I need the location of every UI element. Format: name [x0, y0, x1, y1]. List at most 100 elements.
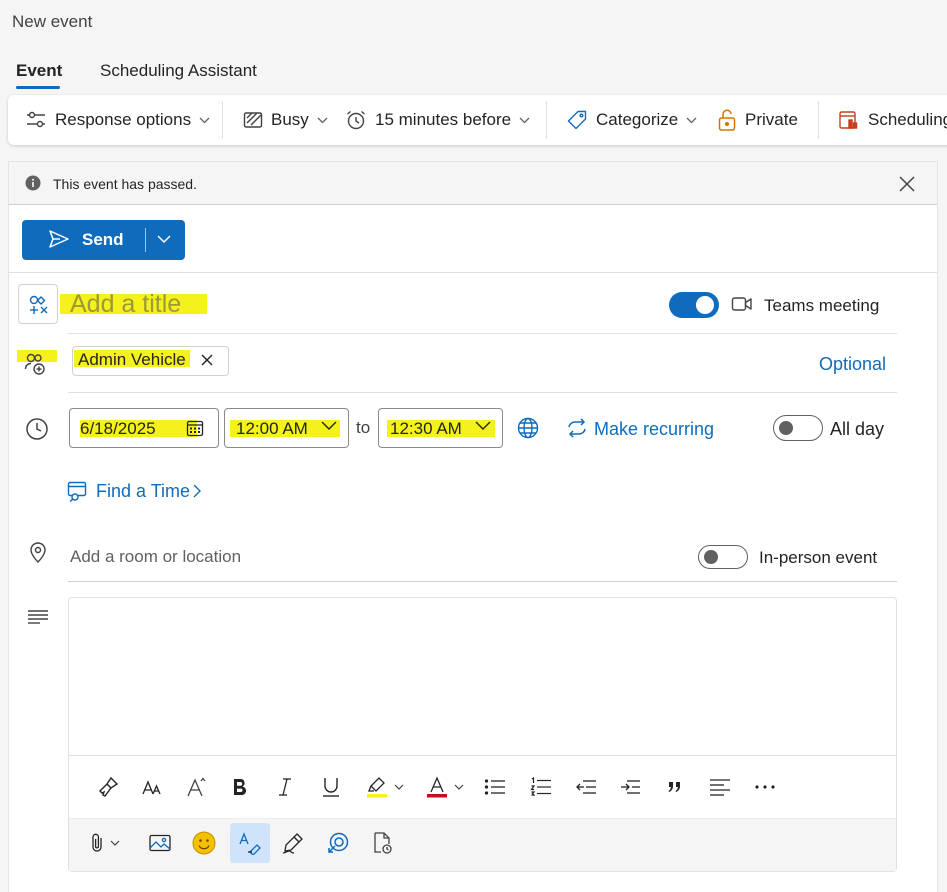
- quote-button[interactable]: [660, 769, 690, 805]
- signature-pen-icon: [281, 832, 305, 854]
- signature-button[interactable]: [278, 825, 308, 861]
- show-as-label: Busy: [271, 110, 309, 129]
- reminder-button[interactable]: 15 minutes before: [345, 95, 538, 145]
- chevron-down-icon: [394, 784, 404, 790]
- more-options-button[interactable]: [750, 769, 780, 805]
- divider: [68, 392, 897, 393]
- chevron-down-icon: [475, 421, 491, 431]
- grow-font-button[interactable]: [182, 769, 212, 805]
- all-day-toggle[interactable]: [773, 415, 823, 441]
- shapes-icon: [28, 294, 50, 316]
- bold-button[interactable]: [225, 769, 255, 805]
- attendee-name: Admin Vehicle: [78, 350, 186, 369]
- ribbon-toolbar: Response options Busy 15 minutes before …: [8, 95, 947, 145]
- find-time-icon: [67, 480, 89, 502]
- start-date-value: 6/18/2025: [80, 419, 156, 438]
- chevron-right-icon: [192, 484, 202, 498]
- underline-icon: [322, 776, 340, 798]
- insert-picture-button[interactable]: [145, 825, 175, 861]
- title-input[interactable]: [70, 289, 470, 319]
- toggle-knob: [779, 421, 793, 435]
- globe-icon[interactable]: [517, 417, 539, 439]
- font-color-button[interactable]: [421, 769, 469, 805]
- lock-open-icon: [717, 108, 737, 132]
- bold-icon: [232, 777, 248, 797]
- close-icon[interactable]: [897, 174, 917, 194]
- decrease-indent-button[interactable]: [571, 769, 601, 805]
- show-as-button[interactable]: Busy: [243, 95, 336, 145]
- divider: [9, 272, 937, 273]
- chevron-down-icon: [321, 421, 337, 431]
- format-painter-button[interactable]: [93, 769, 123, 805]
- align-button[interactable]: [705, 769, 735, 805]
- repeat-icon: [566, 418, 588, 438]
- underline-button[interactable]: [316, 769, 346, 805]
- location-input[interactable]: [70, 545, 570, 569]
- picture-icon: [149, 834, 171, 852]
- scheduling-poll-icon: [838, 109, 860, 131]
- teams-meeting-label: Teams meeting: [764, 296, 880, 315]
- tab-scheduling-assistant[interactable]: Scheduling Assistant: [100, 61, 257, 81]
- reminder-label: 15 minutes before: [375, 110, 512, 129]
- align-left-icon: [709, 778, 731, 796]
- font-size-button[interactable]: [137, 769, 167, 805]
- ribbon-divider: [546, 101, 547, 139]
- bullets-button[interactable]: [480, 769, 510, 805]
- teams-meeting-toggle[interactable]: [669, 292, 719, 318]
- optional-attendees-link[interactable]: Optional: [819, 354, 886, 375]
- quote-icon: [667, 780, 683, 794]
- emoji-icon: [192, 831, 216, 855]
- document-sync-icon: [372, 831, 394, 855]
- send-options-chevron-icon[interactable]: [156, 231, 172, 247]
- highlight-color-button[interactable]: [361, 769, 409, 805]
- response-options-button[interactable]: Response options: [25, 95, 218, 145]
- loop-icon: [326, 831, 350, 855]
- increase-indent-button[interactable]: [615, 769, 645, 805]
- title-suggestions-button[interactable]: [18, 284, 58, 324]
- editor-button[interactable]: [230, 823, 270, 863]
- chevron-down-icon: [199, 117, 210, 124]
- categorize-button[interactable]: Categorize: [566, 95, 705, 145]
- in-person-event-label: In-person event: [759, 548, 878, 567]
- increase-indent-icon: [619, 778, 641, 796]
- chevron-down-icon: [454, 784, 464, 790]
- scheduling-poll-button[interactable]: Scheduling: [838, 95, 947, 145]
- apps-button[interactable]: [368, 825, 398, 861]
- emoji-button[interactable]: [189, 825, 219, 861]
- response-options-icon: [25, 110, 47, 130]
- tab-event[interactable]: Event: [16, 61, 62, 81]
- send-button[interactable]: Send: [22, 220, 185, 260]
- clock-icon: [25, 417, 49, 441]
- tag-icon: [566, 109, 588, 131]
- editor-spelling-icon: [238, 831, 262, 855]
- divider: [68, 333, 897, 334]
- italic-button[interactable]: [270, 769, 300, 805]
- scheduling-poll-label: Scheduling: [868, 110, 947, 129]
- send-label: Send: [82, 230, 124, 249]
- font-size-icon: [141, 777, 163, 797]
- formatting-toolbar: [69, 756, 896, 818]
- calendar-icon[interactable]: [186, 419, 204, 437]
- numbering-button[interactable]: [526, 769, 556, 805]
- ribbon-divider: [818, 101, 819, 139]
- chevron-down-icon: [686, 117, 697, 124]
- find-a-time-link[interactable]: Find a Time: [96, 481, 190, 502]
- attach-file-button[interactable]: [83, 825, 127, 861]
- start-time-value: 12:00 AM: [236, 419, 308, 438]
- video-camera-icon: [731, 294, 753, 314]
- private-button[interactable]: Private: [717, 95, 798, 145]
- remove-attendee-icon[interactable]: [200, 353, 214, 367]
- add-people-icon[interactable]: [24, 350, 48, 376]
- italic-icon: [278, 777, 292, 797]
- to-label: to: [356, 418, 371, 437]
- toggle-knob: [704, 550, 718, 564]
- notice-text: This event has passed.: [53, 176, 197, 192]
- in-person-event-toggle[interactable]: [698, 545, 748, 569]
- body-text-area[interactable]: [69, 598, 896, 756]
- grow-font-icon: [186, 776, 208, 798]
- decrease-indent-icon: [575, 778, 597, 796]
- loop-components-button[interactable]: [323, 825, 353, 861]
- make-recurring-link[interactable]: Make recurring: [594, 419, 714, 440]
- text-lines-icon: [27, 609, 49, 625]
- toggle-knob: [696, 296, 714, 314]
